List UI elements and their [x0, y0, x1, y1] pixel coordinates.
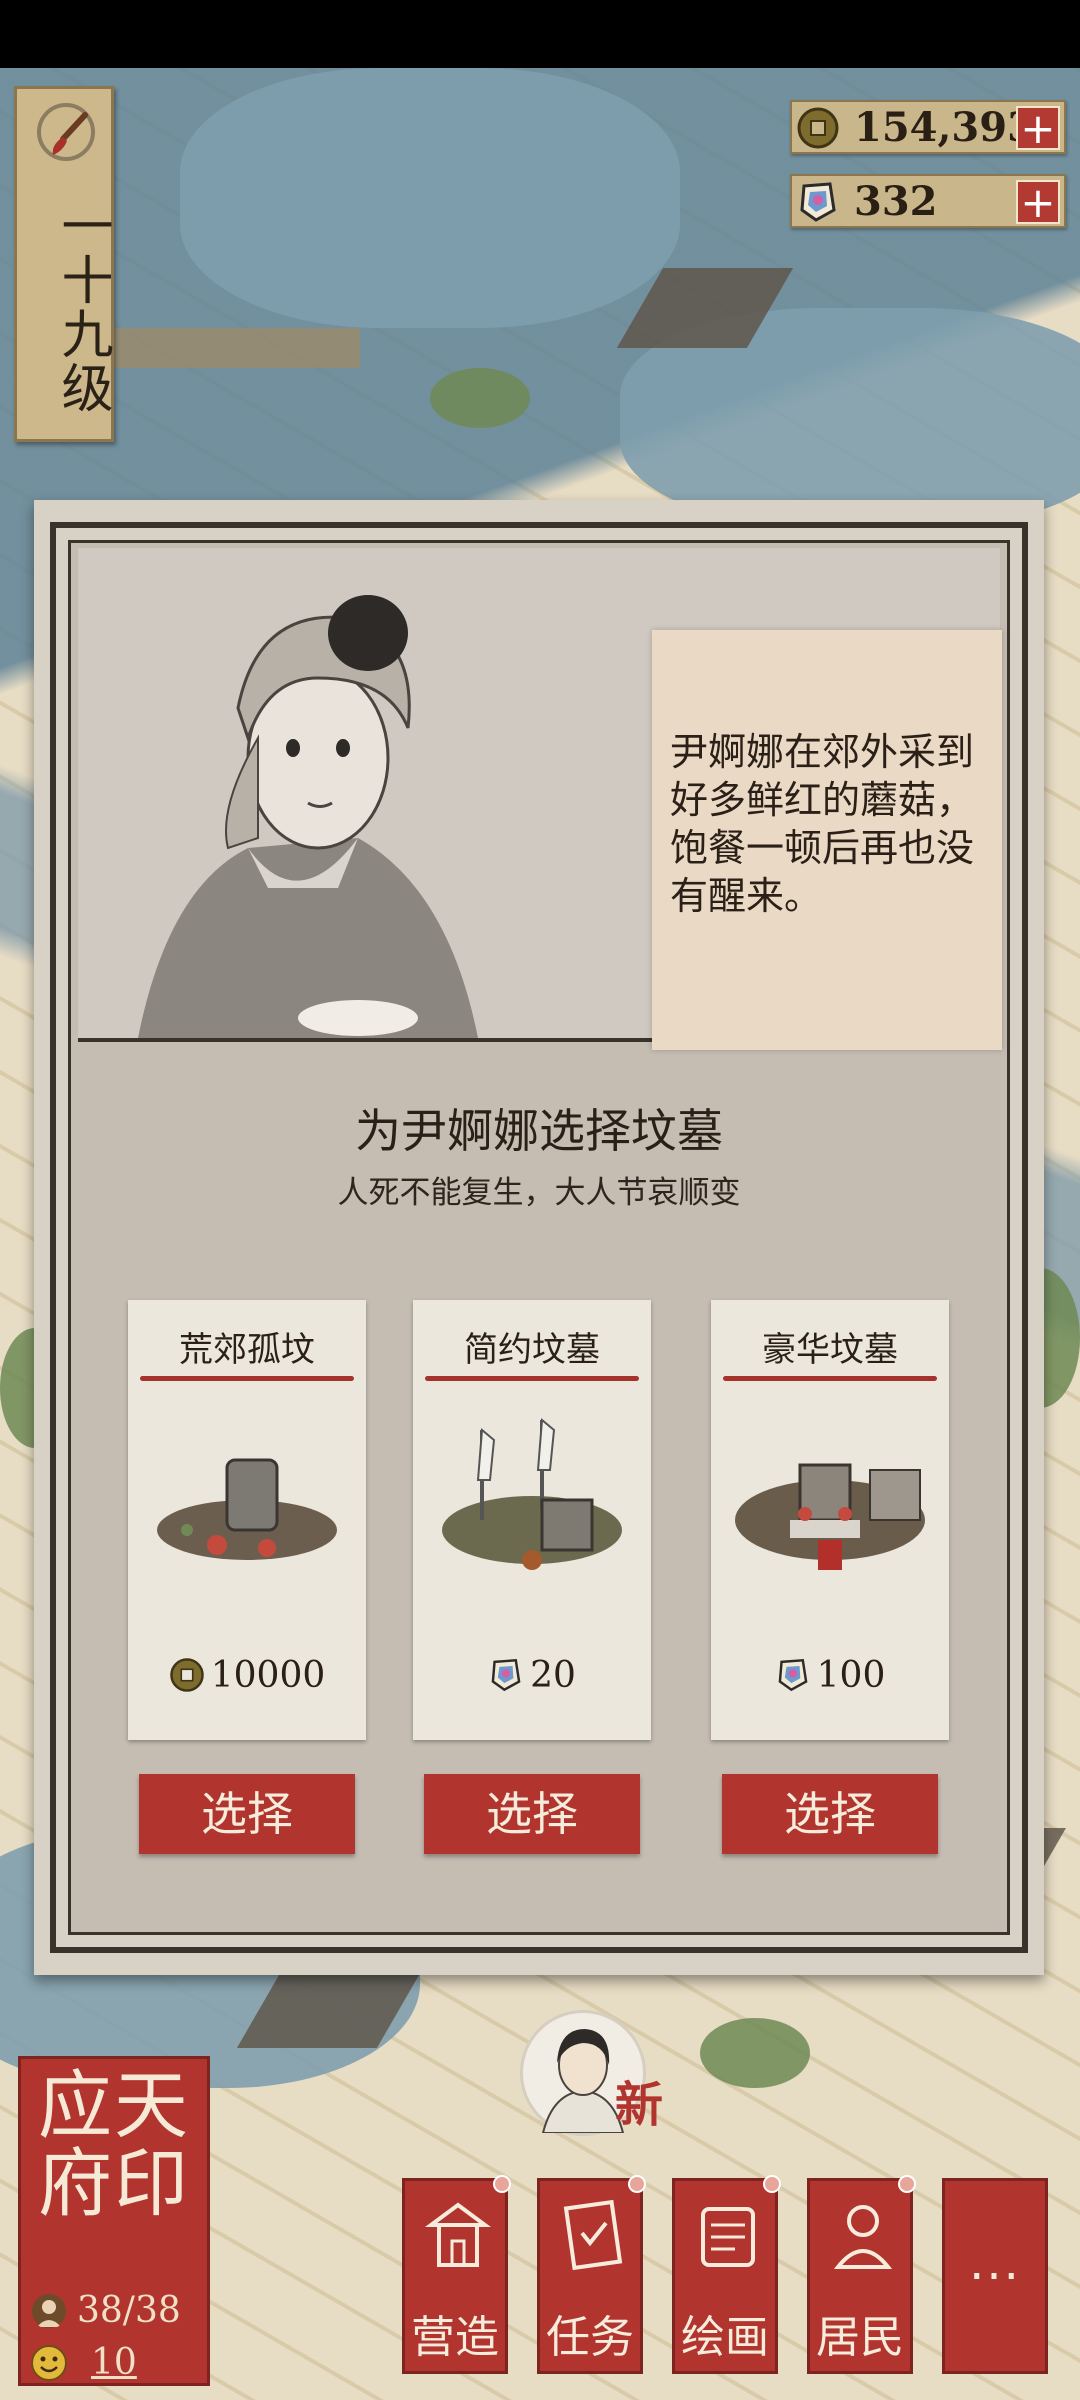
- grave-price-value: 100: [816, 1655, 886, 1696]
- grave-option-simple[interactable]: 简约坟墓 20: [413, 1300, 651, 1740]
- menu-more-button[interactable]: ···: [942, 2178, 1048, 2374]
- grave-option-name: 豪华坟墓: [762, 1330, 898, 1370]
- grave-option-wild[interactable]: 荒郊孤坟 10000: [128, 1300, 366, 1740]
- population-row: 38/38: [31, 2289, 201, 2333]
- jade-ticket-counter: 332 +: [790, 174, 1066, 228]
- jade-ticket-value: 332: [854, 178, 938, 225]
- menu-label: 居民: [816, 2312, 904, 2363]
- notification-dot: [628, 2175, 646, 2193]
- menu-painting-button[interactable]: 绘画: [672, 2175, 781, 2374]
- grave-price-value: 10000: [210, 1655, 326, 1696]
- painting-icon: [701, 2207, 755, 2267]
- villager-portrait: [138, 595, 478, 1038]
- menu-resident-button[interactable]: 居民: [807, 2175, 916, 2374]
- copper-coin-counter: 154,393 +: [790, 100, 1066, 154]
- lonely-grave-icon: [157, 1458, 337, 1560]
- grave-price: 100: [711, 1655, 949, 1696]
- jade-ticket-icon: [491, 1658, 521, 1692]
- copper-coin-icon: [169, 1658, 204, 1692]
- grave-price: 20: [413, 1655, 651, 1696]
- jade-ticket-icon: [800, 182, 836, 222]
- jade-ticket-icon: [778, 1658, 808, 1692]
- grave-option-name: 简约坟墓: [464, 1330, 600, 1370]
- city-seal-panel[interactable]: 应天府印 38/38 10: [18, 2056, 210, 2386]
- notification-dot: [763, 2175, 781, 2193]
- menu-label: 任务: [546, 2312, 634, 2363]
- menu-build-button[interactable]: 营造: [402, 2175, 511, 2374]
- select-simple-grave-button[interactable]: 选择: [424, 1774, 640, 1854]
- add-copper-button[interactable]: +: [1016, 106, 1060, 150]
- portrait-panel: 尹婀娜在郊外采到好多鲜红的蘑菇，饱餐一顿后再也没有醒来。: [78, 548, 1002, 1050]
- copper-coin-icon: [797, 107, 839, 149]
- luxury-grave-icon: [735, 1463, 925, 1570]
- grave-option-luxury[interactable]: 豪华坟墓 100: [711, 1300, 949, 1740]
- new-badge: 新: [614, 2077, 663, 2133]
- resident-icon: [32, 2294, 66, 2328]
- city-seal-text: 应天府印: [38, 2063, 190, 2227]
- grave-price: 10000: [128, 1655, 366, 1696]
- more-icon: ···: [969, 2249, 1021, 2305]
- build-icon: [425, 2202, 491, 2267]
- menu-label: 营造: [411, 2312, 499, 2363]
- population-value: 38/38: [77, 2290, 181, 2331]
- divider: [140, 1376, 354, 1381]
- brush-icon: [37, 103, 95, 161]
- happiness-row: 10: [31, 2341, 201, 2385]
- grave-option-name: 荒郊孤坟: [179, 1330, 315, 1370]
- speech-text: 尹婀娜在郊外采到好多鲜红的蘑菇，饱餐一顿后再也没有醒来。: [670, 730, 975, 918]
- select-wild-grave-button[interactable]: 选择: [139, 1774, 355, 1854]
- select-luxury-grave-button[interactable]: 选择: [722, 1774, 938, 1854]
- simple-grave-icon: [442, 1417, 622, 1570]
- menu-label: 绘画: [681, 2312, 769, 2363]
- grave-price-value: 20: [530, 1655, 576, 1696]
- speech-bubble: 尹婀娜在郊外采到好多鲜红的蘑菇，饱餐一顿后再也没有醒来。: [652, 630, 1002, 1050]
- level-text: 一十九级: [52, 199, 112, 415]
- resident-icon: [833, 2205, 893, 2269]
- notification-dot: [898, 2175, 916, 2193]
- add-jade-button[interactable]: +: [1016, 180, 1060, 224]
- advisor-avatar[interactable]: 新: [520, 2010, 663, 2136]
- grave-choice-dialog: 尹婀娜在郊外采到好多鲜红的蘑菇，饱餐一顿后再也没有醒来。 为尹婀娜选择坟墓 人死…: [34, 500, 1044, 1975]
- divider: [723, 1376, 937, 1381]
- dialog-subtitle: 人死不能复生，大人节哀顺变: [337, 1175, 741, 1211]
- level-badge[interactable]: 一十九级: [14, 86, 114, 442]
- happiness-value: 10: [91, 2342, 137, 2383]
- copper-coin-value: 154,393: [854, 104, 1035, 151]
- notification-dot: [493, 2175, 511, 2193]
- menu-task-button[interactable]: 任务: [537, 2175, 646, 2374]
- status-bar: [0, 0, 1080, 68]
- task-icon: [563, 2199, 623, 2271]
- divider: [425, 1376, 639, 1381]
- dialog-title: 为尹婀娜选择坟墓: [355, 1104, 723, 1158]
- smile-icon: [31, 2345, 67, 2381]
